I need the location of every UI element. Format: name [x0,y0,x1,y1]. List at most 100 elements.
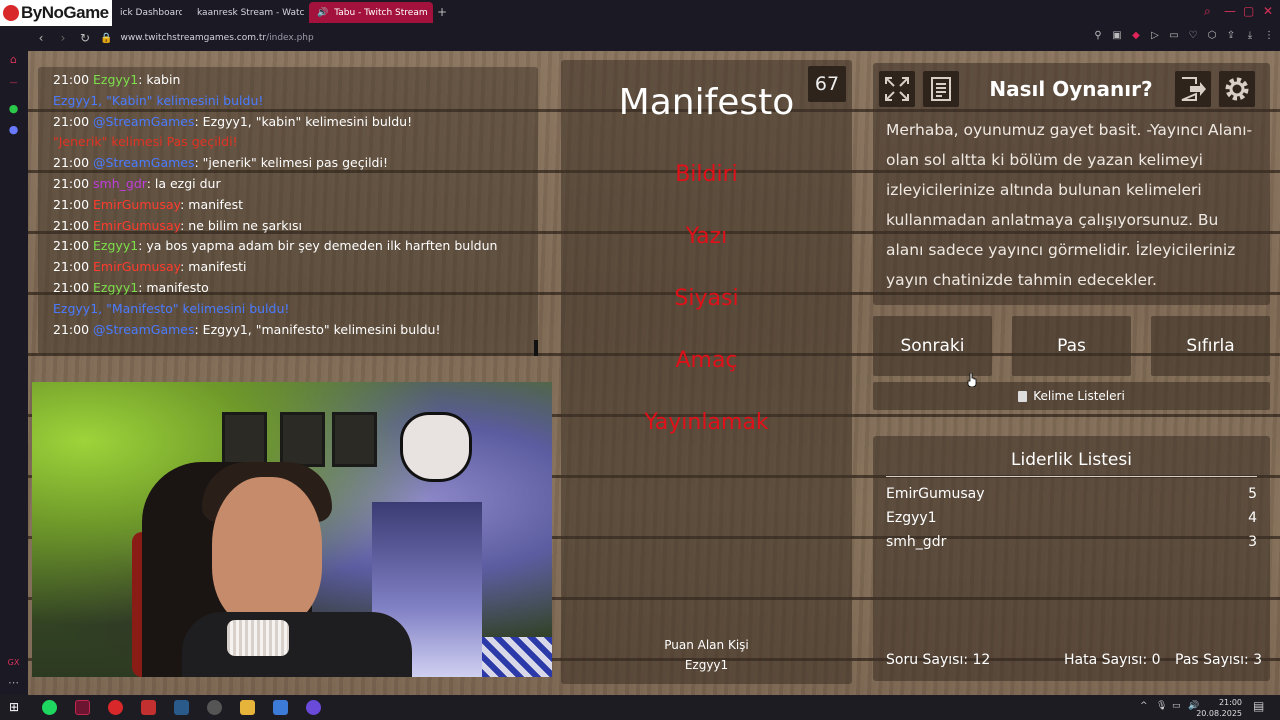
clock-time: 21:00 [1218,698,1242,707]
taboo-word: Bildiri [675,162,738,187]
app-icon[interactable] [108,700,123,715]
chat-message: 21:00 @StreamGames: Ezgyy1, "kabin" kelim… [53,112,538,133]
chat-text: : manifesti [180,259,247,275]
extensions-icon[interactable]: ⬡ [1207,31,1217,41]
chat-text: : ya bos yapma adam bir şey demeden ilk … [138,238,498,254]
url-field[interactable]: www.twitchstreamgames.com.tr/index.php [120,33,313,43]
streamer-face [212,477,322,627]
spotify-icon[interactable] [42,700,57,715]
browser-sidebar: ⌂ — ● ● GX ⋯ [0,25,28,695]
maximize-icon[interactable]: ▢ [1243,4,1254,18]
address-bar: ‹ › ↻ 🔒 www.twitchstreamgames.com.tr/ind… [28,25,1280,51]
menu-icon[interactable]: ⋮ [1264,31,1274,41]
new-tab-button[interactable]: + [437,5,447,19]
bynogame-logo: ByNoGame [0,0,112,26]
tab-label: ick Dashboard [120,7,182,18]
taboo-word: Yazı [685,224,728,249]
taskbar: ⊞ ^ 🎙 ▭ 🔊 21:00 20.08.2025 ▤ [0,695,1280,720]
microphone [227,620,289,656]
how-to-play-text[interactable]: Merhaba, oyunumuz gayet basit. -Yayıncı … [886,115,1260,301]
opera-gx-icon[interactable] [75,700,90,715]
next-button[interactable]: Sonraki [873,316,992,376]
discord-taskbar-icon[interactable] [306,700,321,715]
exit-icon [1181,77,1206,101]
folder-icon[interactable] [240,700,255,715]
player-name: smh_gdr [886,534,947,550]
reload-icon[interactable]: ↻ [76,31,94,45]
word-lists-button[interactable]: Kelime Listeleri [873,382,1270,410]
chat-message: 21:00 Ezgyy1: manifesto [53,278,538,299]
screenshot-icon[interactable]: ▣ [1112,31,1122,41]
chat-time: 21:00 [53,113,90,129]
exit-button[interactable] [1175,71,1211,107]
tab-tabu-twitch-stream[interactable]: 🔊 Tabu - Twitch Stream [309,2,433,23]
notes-button[interactable] [923,71,959,107]
document-icon [931,77,951,101]
chat-text: : kabin [138,72,181,87]
bookmark-icon[interactable]: ▭ [1169,31,1179,41]
play-icon[interactable]: ▷ [1150,31,1160,41]
scorer-label: Puan Alan Kişi [664,638,749,652]
shield-icon[interactable]: ◆ [1131,31,1141,41]
notification-icon[interactable]: ▤ [1253,699,1264,713]
settings-button[interactable] [1219,71,1255,107]
divider-icon: — [9,78,18,87]
steam-icon[interactable] [174,700,189,715]
wall-frame [332,412,377,467]
wall-frame [222,412,267,467]
reset-button[interactable]: Sıfırla [1151,316,1270,376]
chat-time: 21:00 [53,175,90,191]
microphone-icon[interactable]: 🎙 [1156,701,1167,711]
windows-start-icon[interactable]: ⊞ [9,700,24,715]
tab-dashboard[interactable]: ick Dashboard [112,2,182,23]
settings-app-icon[interactable] [273,700,288,715]
close-icon[interactable]: ✕ [1263,4,1273,18]
chat-time: 21:00 [53,238,90,254]
scorer-name: Ezgyy1 [684,658,729,672]
chat-message: 21:00 Ezgyy1: ya bos yapma adam bir şey d… [53,236,538,257]
network-icon[interactable]: ▭ [1172,701,1181,711]
chat-message: 21:00 EmirGumusay: ne bilim ne şarkısı [53,216,538,237]
rug [482,637,552,677]
more-icon[interactable]: ⋯ [6,675,21,690]
url-host: www.twitchstreamgames.com.tr [120,33,267,43]
chat-time: 21:00 [53,196,90,212]
chat-username: smh_gdr [93,175,147,191]
whatsapp-icon[interactable]: ● [6,101,21,116]
chat-time: 21:00 [53,155,90,171]
word-card: 67 Manifesto Bildiri Yazı Siyasi Amaç Ya… [561,60,852,684]
tray-expand-icon[interactable]: ^ [1140,701,1148,711]
forward-icon[interactable]: › [54,31,72,45]
chat-time: 21:00 [53,217,90,233]
leaderboard-row: EmirGumusay 5 [886,486,1257,502]
fullscreen-button[interactable] [879,71,915,107]
share-icon[interactable]: ⇪ [1226,31,1236,41]
tab-kaanresk-stream[interactable]: kaanresk Stream - Watch [182,2,304,23]
minimize-icon[interactable]: — [1224,4,1236,18]
search-icon[interactable]: ⌕ [1204,4,1211,19]
discord-icon[interactable]: ● [6,122,21,137]
webcam-feed [32,382,552,677]
leaderboard-row: Ezgyy1 4 [886,510,1257,526]
chat-message: 21:00 EmirGumusay: manifesti [53,257,538,278]
gx-icon[interactable]: GX [6,655,21,670]
chat-text: : ne bilim ne şarkısı [180,217,302,233]
pin-icon[interactable]: ⚲ [1093,31,1103,41]
chat-scrollbar[interactable] [534,340,538,356]
chat-message: 21:00 @StreamGames: "jenerik" kelimesi pa… [53,153,538,174]
obs-icon[interactable] [207,700,222,715]
wall-frame [280,412,325,467]
heart-icon[interactable]: ♡ [1188,31,1198,41]
back-icon[interactable]: ‹ [32,31,50,45]
player-score: 4 [1248,510,1257,526]
chat-message: 21:00 smh_gdr: la ezgi dur [53,174,538,195]
pass-button[interactable]: Pas [1012,316,1131,376]
gx-control-icon[interactable]: ⌂ [6,52,21,67]
system-clock[interactable]: 21:00 20.08.2025 [1196,697,1242,719]
chat-text: : manifest [180,196,244,212]
video-editor-icon[interactable] [141,700,156,715]
chat-username: @StreamGames [93,155,195,171]
download-icon[interactable]: ⤓ [1245,31,1255,41]
gear-icon [1225,77,1249,101]
chat-time: 21:00 [53,321,90,337]
